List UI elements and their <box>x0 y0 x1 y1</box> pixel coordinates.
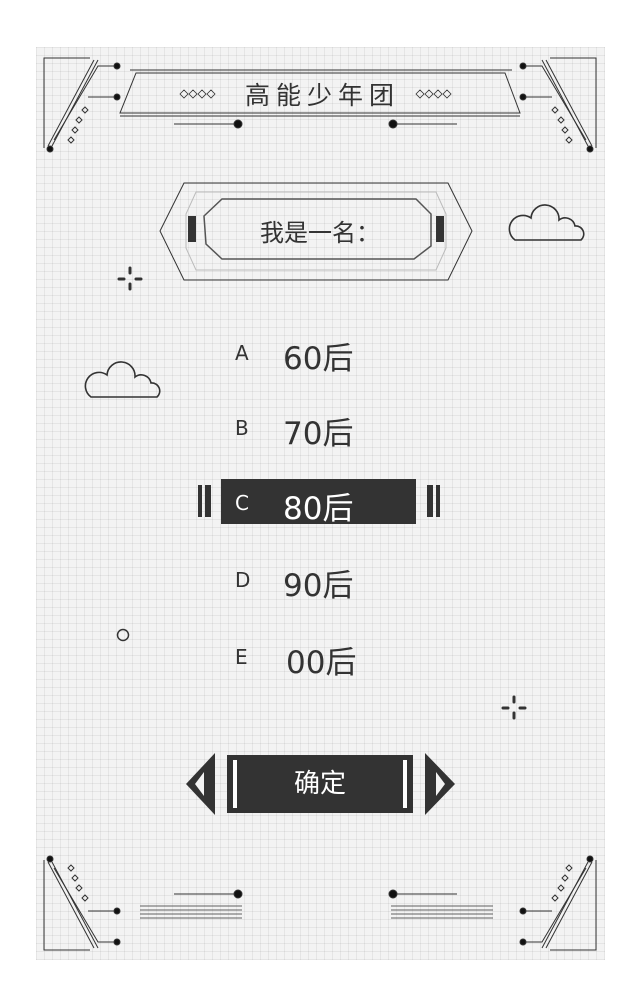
option-letter: E <box>235 645 248 669</box>
circle-icon <box>116 628 130 642</box>
option-a[interactable]: A 60后 <box>221 329 416 377</box>
option-label: 90后 <box>283 568 354 604</box>
corner-decoration-bottom-right <box>519 855 597 951</box>
corner-decoration-bottom-left <box>43 855 121 951</box>
option-e[interactable]: E 00后 <box>221 633 416 681</box>
next-arrow-icon <box>425 753 455 815</box>
confirm-label: 确定 <box>293 769 346 799</box>
option-letter: C <box>235 491 249 515</box>
corner-decoration-top-right <box>519 57 597 153</box>
option-d[interactable]: D 90后 <box>221 556 416 604</box>
prev-arrow-icon <box>186 753 215 815</box>
button-bar-decoration <box>233 760 237 808</box>
question-prompt: 我是一名： <box>260 219 380 247</box>
option-b[interactable]: B 70后 <box>221 404 416 452</box>
option-label: 60后 <box>283 341 354 377</box>
option-label: 00后 <box>286 645 357 681</box>
confirm-button[interactable]: 确定 <box>227 755 413 813</box>
button-bar-decoration <box>403 760 407 808</box>
option-letter: A <box>235 341 249 365</box>
option-label: 80后 <box>283 491 354 527</box>
option-label: 70后 <box>283 416 354 452</box>
bottom-lines <box>140 889 493 919</box>
option-letter: B <box>235 416 249 440</box>
page-title: 高能少年团 <box>244 81 400 110</box>
option-letter: D <box>235 568 251 592</box>
corner-decoration-top-left <box>43 57 121 153</box>
option-c-selected[interactable]: C 80后 <box>221 479 416 527</box>
